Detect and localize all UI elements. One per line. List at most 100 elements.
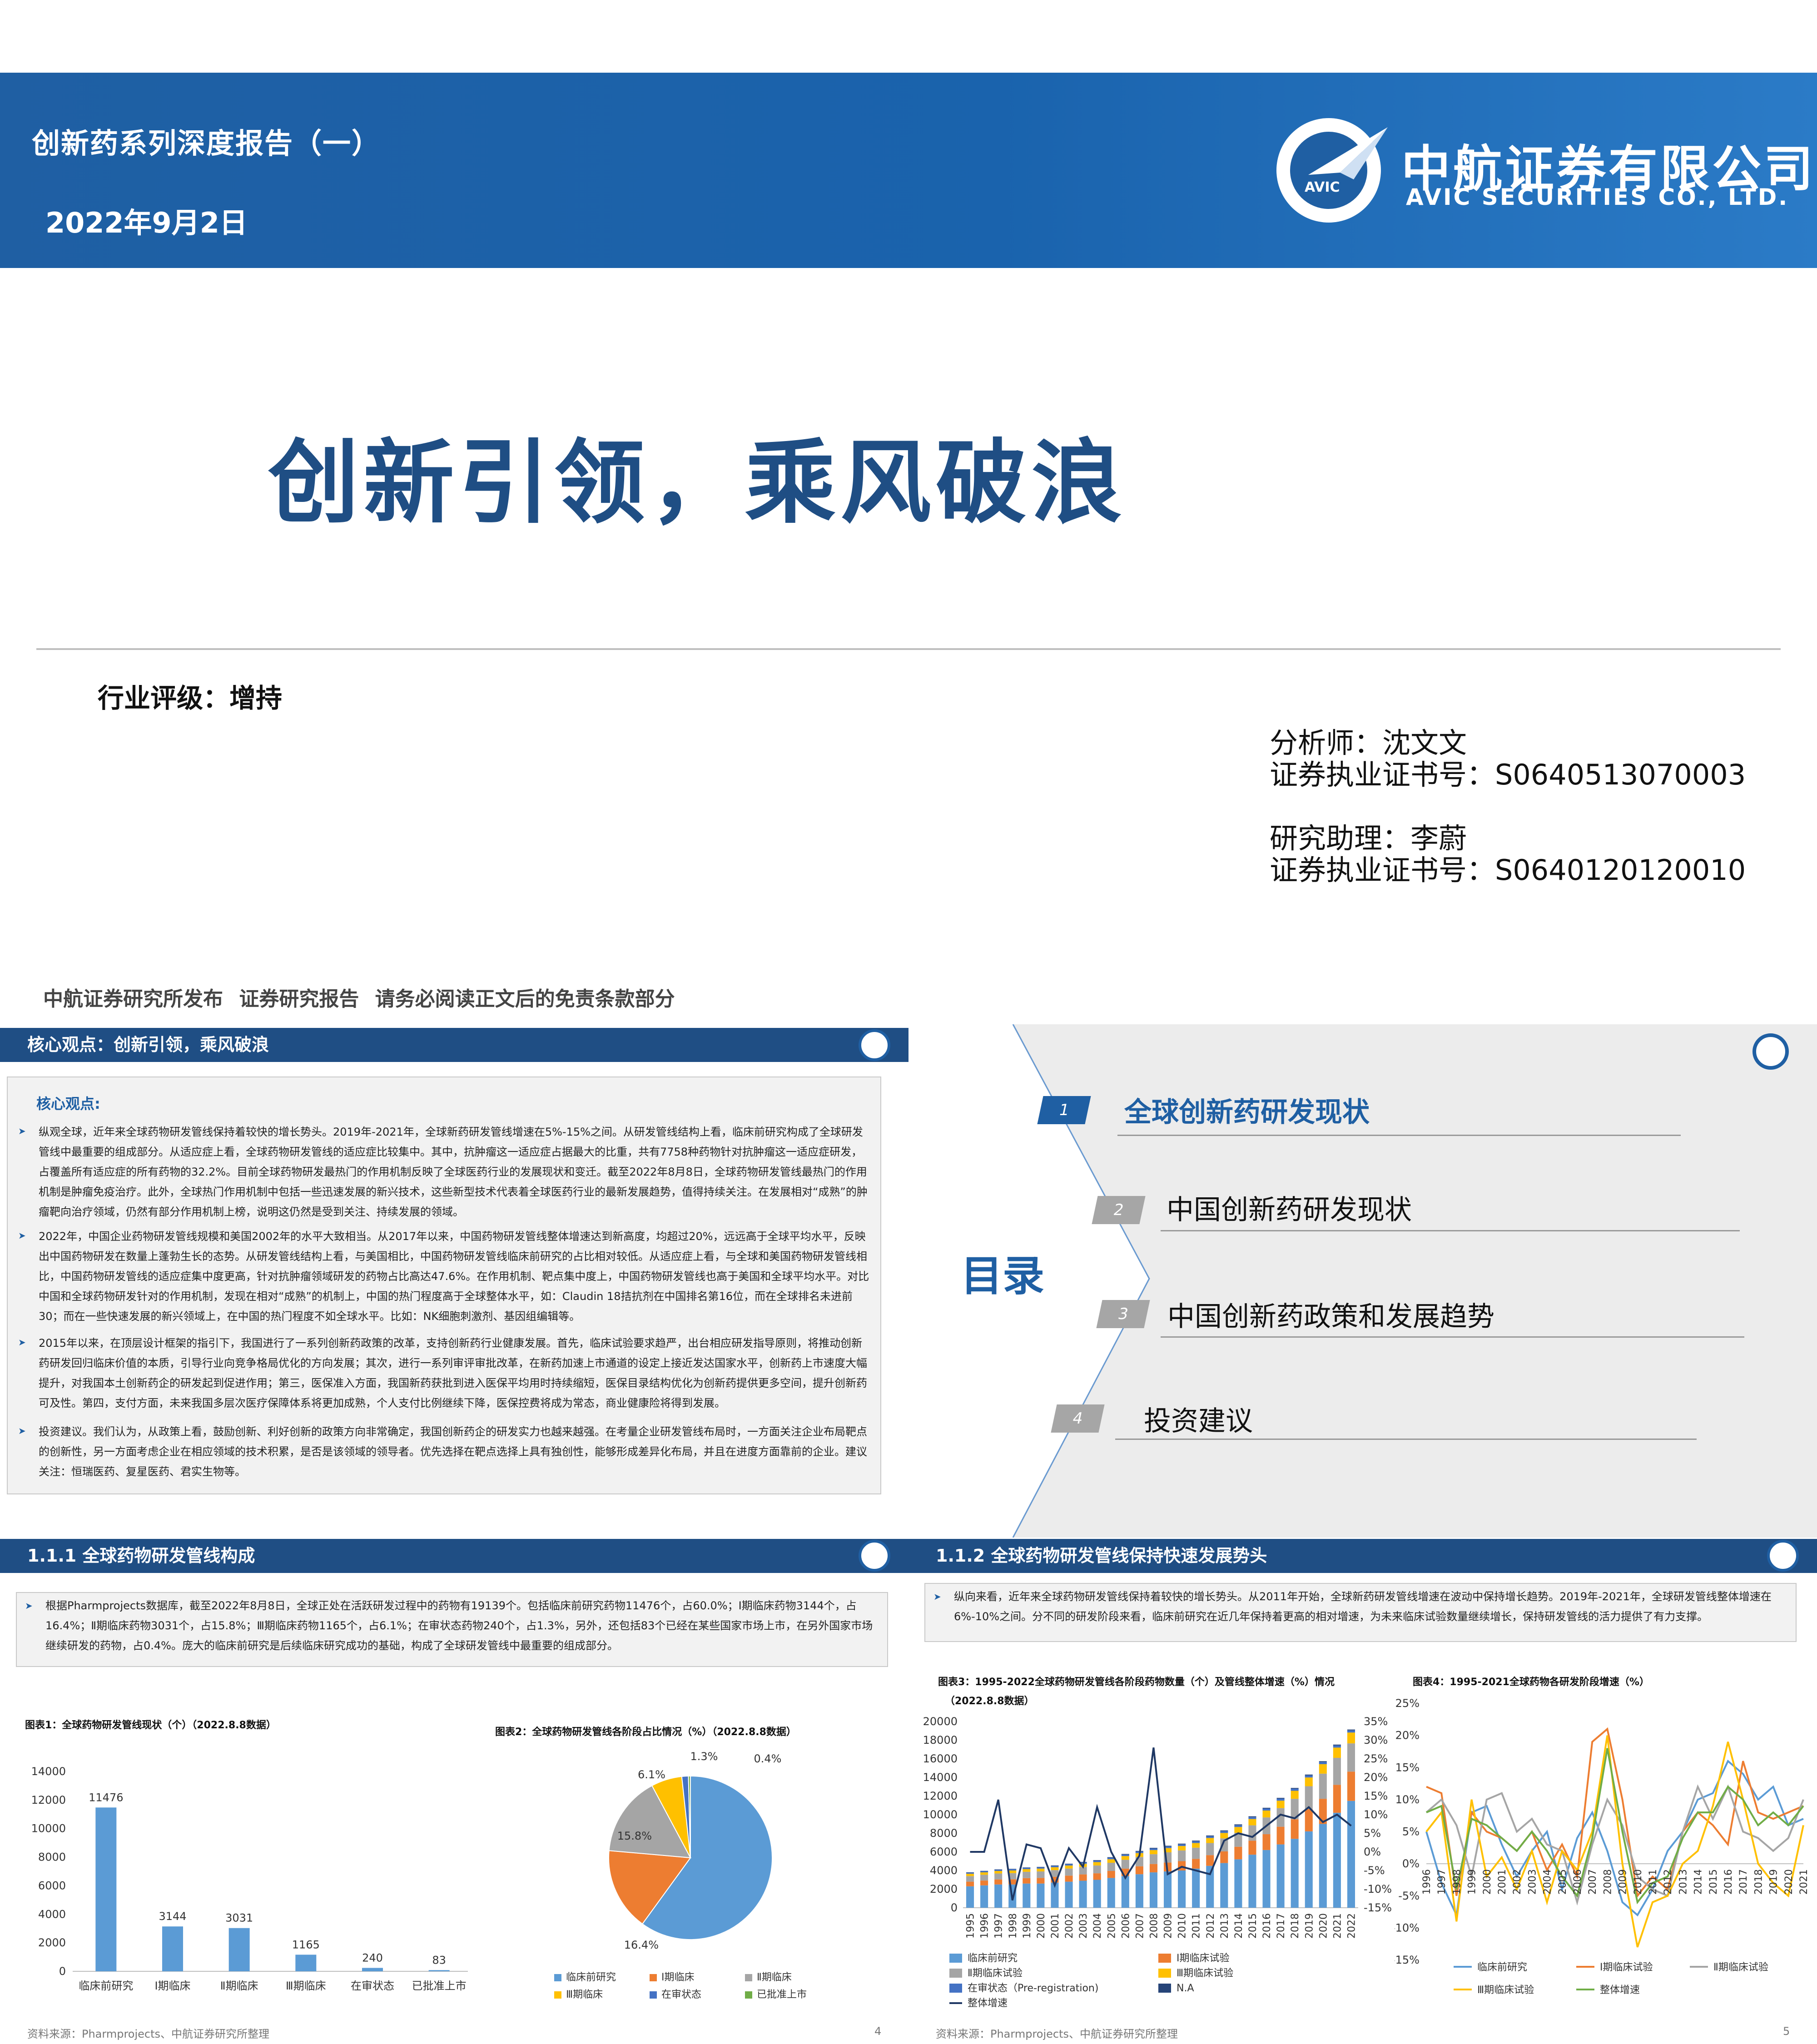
- x-tick-label: 1998: [1451, 1869, 1463, 1895]
- slide-111-source: 资料来源：Pharmprojects、中航证券研究所整理: [27, 2028, 270, 2040]
- y-right-tick: 10%: [1364, 1808, 1388, 1821]
- stacked-bar-segment: [1248, 1817, 1256, 1819]
- stacked-bar-segment: [1149, 1850, 1158, 1855]
- stacked-bar-segment: [1248, 1819, 1256, 1826]
- stacked-bar-segment: [1192, 1841, 1200, 1843]
- legend-label: 在审状态: [661, 1989, 701, 2000]
- stacked-bar-segment: [1206, 1836, 1214, 1838]
- legend-swatch: [949, 1954, 962, 1963]
- legend-label: Ⅱ期临床试验: [1713, 1962, 1768, 1973]
- avic-logo-icon: [1752, 1033, 1789, 1070]
- stacked-bar-segment: [1347, 1743, 1355, 1772]
- stacked-bar-segment: [1291, 1839, 1299, 1908]
- stacked-bar-segment: [1248, 1855, 1256, 1908]
- x-tick-label: 1996: [979, 1913, 991, 1939]
- y-right-tick: -10%: [1364, 1883, 1392, 1895]
- stacked-bar-segment: [1262, 1808, 1271, 1811]
- stacked-bar-segment: [1051, 1867, 1059, 1870]
- stacked-bar-segment: [1121, 1860, 1129, 1869]
- stacked-bar-segment: [1023, 1868, 1031, 1869]
- fig1-bar-chart: 0 2000 4000 6000 8000 10000 12000 14000 11476 临床前…: [31, 1765, 468, 1992]
- x-tick-label: 2017: [1738, 1869, 1749, 1895]
- stacked-bar-segment: [994, 1871, 1003, 1874]
- toc-item-2[interactable]: 中国创新药研发现状: [1167, 1188, 1412, 1227]
- x-tick-label: 在审状态: [351, 1980, 394, 1992]
- data-label: 1165: [292, 1938, 320, 1951]
- stacked-bar-segment: [1135, 1866, 1143, 1875]
- stacked-bar-segment: [1276, 1801, 1285, 1808]
- bar: [95, 1807, 117, 1971]
- x-tick-label: 2019: [1768, 1869, 1780, 1895]
- y-left-tick: 12000: [923, 1790, 958, 1802]
- toc-item-4[interactable]: 投资建议: [1144, 1399, 1253, 1439]
- data-label: 240: [362, 1951, 383, 1964]
- toc-rule: [1161, 1336, 1744, 1338]
- y-right-tick: 15%: [1364, 1790, 1388, 1802]
- stacked-bar-segment: [1248, 1816, 1256, 1817]
- x-tick-label: 2022: [1346, 1913, 1357, 1939]
- cover-footer: 中航证券研究所发布 证券研究报告 请务必阅读正文后的免责条款部分: [43, 987, 675, 1011]
- stacked-bar-segment: [1234, 1846, 1242, 1860]
- legend-label: Ⅰ期临床试验: [1600, 1962, 1653, 1973]
- stacked-bar-segment: [1333, 1747, 1341, 1758]
- stacked-bar-segment: [1023, 1867, 1031, 1868]
- toc-item-3[interactable]: 中国创新药政策和发展趋势: [1167, 1295, 1494, 1334]
- fig3-title-date: （2022.8.8数据）: [945, 1696, 1034, 1707]
- toc-num-4: 4: [1051, 1404, 1105, 1433]
- bullet-icon: ➤: [933, 1591, 941, 1602]
- stacked-bar-segment: [1192, 1868, 1200, 1908]
- y-tick-label: -15%: [1395, 1954, 1420, 1966]
- y-tick-label: 12000: [31, 1794, 66, 1806]
- legend-label: 临床前研究: [1477, 1962, 1527, 1973]
- stacked-bar-segment: [1163, 1871, 1172, 1908]
- y-tick-label: 8000: [38, 1851, 66, 1864]
- y-tick-label: 25%: [1395, 1697, 1420, 1710]
- x-tick-label: 2000: [1036, 1913, 1047, 1939]
- slide-111-text: 根据Pharmprojects数据库，截至2022年8月8日，全球正处在活跃研发…: [45, 1599, 873, 1652]
- stacked-bar-segment: [1178, 1846, 1186, 1851]
- stacked-bar-segment: [1065, 1881, 1073, 1908]
- stacked-bar-segment: [1305, 1786, 1313, 1809]
- stacked-bar-segment: [1206, 1855, 1214, 1866]
- legend-label: Ⅰ期临床试验: [1177, 1953, 1230, 1964]
- legend-swatch: [1158, 1954, 1171, 1963]
- fig3-stacked-chart: 0 2000 4000 6000 8000 10000 12000 14000 16000 180…: [923, 1715, 1392, 2008]
- toc-item-1[interactable]: 全球创新药研发现状: [1124, 1090, 1370, 1130]
- y-left-tick: 4000: [930, 1864, 958, 1877]
- x-tick-label: 2017: [1276, 1913, 1287, 1939]
- stacked-bar-segment: [1248, 1841, 1256, 1855]
- stacked-bar-segment: [1121, 1854, 1129, 1856]
- slice-label: 16.4%: [624, 1939, 659, 1951]
- stacked-bar-segment: [1305, 1774, 1313, 1776]
- stacked-bar-segment: [1121, 1854, 1129, 1855]
- x-tick-label: 2013: [1678, 1869, 1689, 1895]
- x-tick-label: 2004: [1542, 1869, 1554, 1895]
- y-tick-label: 15%: [1395, 1761, 1420, 1774]
- toc-num-1: 1: [1037, 1096, 1091, 1124]
- stacked-bar-segment: [1234, 1824, 1242, 1826]
- legend-label: Ⅰ期临床: [661, 1972, 695, 1983]
- y-tick-label: -10%: [1395, 1921, 1420, 1934]
- y-right-tick: 20%: [1364, 1771, 1388, 1784]
- y-right-tick: 25%: [1364, 1752, 1388, 1765]
- stacked-bar-segment: [1093, 1865, 1101, 1874]
- slice-label: 6.1%: [638, 1768, 665, 1781]
- slice-label: 1.3%: [690, 1750, 718, 1763]
- stacked-bar-segment: [1262, 1810, 1271, 1818]
- x-tick-label: 2010: [1177, 1913, 1188, 1939]
- stacked-bar-segment: [1023, 1869, 1031, 1872]
- legend-swatch: [1158, 1984, 1171, 1993]
- x-tick-label: 2013: [1219, 1913, 1231, 1939]
- x-tick-label: 1997: [1436, 1869, 1448, 1895]
- stacked-bar-segment: [1305, 1809, 1313, 1831]
- x-tick-label: 2012: [1205, 1913, 1216, 1939]
- fig3-title: 图表3：1995-2022全球药物研发管线各阶段药物数量（个）及管线整体增速（%…: [938, 1677, 1335, 1688]
- x-tick-label: 2006: [1120, 1913, 1132, 1939]
- x-tick-label: 2002: [1064, 1913, 1075, 1939]
- stacked-bar-segment: [1149, 1872, 1158, 1908]
- stacked-bar-segment: [1107, 1859, 1115, 1863]
- stacked-bar-segment: [1291, 1788, 1299, 1789]
- y-right-tick: 30%: [1364, 1734, 1388, 1746]
- x-tick-label: 2008: [1148, 1913, 1160, 1939]
- x-tick-label: 2012: [1663, 1869, 1674, 1895]
